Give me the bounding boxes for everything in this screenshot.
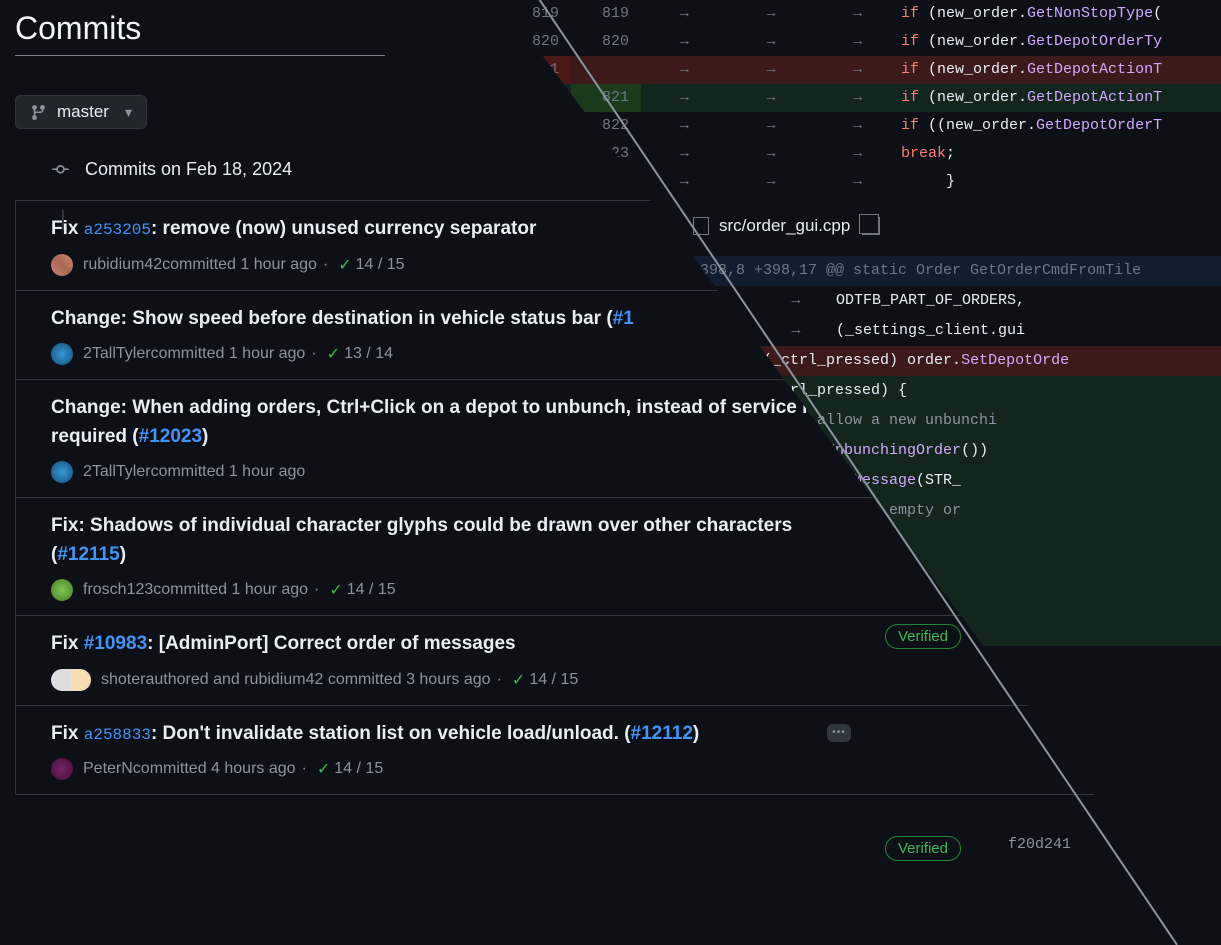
commit-title[interactable]: Change: When adding orders, Ctrl+Click o…	[51, 394, 841, 451]
code-line[interactable]: 819819→→→if (new_order.GetNonStopType(	[501, 0, 1221, 28]
ci-status[interactable]: 14 / 15	[356, 256, 405, 274]
caret-down-icon: ▾	[125, 104, 132, 121]
commit-title[interactable]: Fix: Shadows of individual character gly…	[51, 512, 841, 569]
whitespace-indicator: →→→	[641, 28, 901, 56]
whitespace-indicator: →→→	[641, 140, 901, 168]
branch-name: master	[57, 102, 109, 122]
check-icon[interactable]: ✓	[327, 344, 340, 364]
code-content: ODTFB_PART_OF_ORDERS,	[836, 286, 1221, 316]
expand-description-button[interactable]: •••	[827, 724, 851, 742]
commit-time: committed 4 hours ago	[133, 760, 296, 778]
verified-badge[interactable]: Verified	[885, 624, 961, 649]
avatar[interactable]	[51, 461, 73, 483]
commit-author[interactable]: shoter	[101, 671, 145, 689]
commit-meta: PeterN committed 4 hours ago·✓ 14 / 15	[51, 758, 1221, 780]
ci-status[interactable]: 14 / 15	[334, 760, 383, 778]
avatar[interactable]	[51, 579, 73, 601]
commit-title[interactable]: Fix #10983: [AdminPort] Correct order of…	[51, 630, 841, 659]
code-line[interactable]: 821→→→if (new_order.GetDepotActionT	[501, 56, 1221, 84]
commit-time: committed 1 hour ago	[151, 463, 306, 481]
commit-author[interactable]: rubidium42	[83, 256, 162, 274]
commit-author[interactable]: 2TallTyler	[83, 463, 151, 481]
code-line[interactable]: 822822→→→if ((new_order.GetDepotOrderT	[501, 112, 1221, 140]
code-content: if (new_order.GetDepotOrderTy	[901, 28, 1221, 56]
code-content: if (new_order.GetNonStopType(	[901, 0, 1221, 28]
line-number[interactable]: 820	[571, 28, 641, 56]
check-icon[interactable]: ✓	[329, 580, 342, 600]
commit-title[interactable]: Fix a258833: Don't invalidate station li…	[51, 720, 841, 749]
branch-selector[interactable]: master ▾	[15, 95, 147, 129]
code-content: break;	[901, 140, 1221, 168]
ci-status[interactable]: 14 / 15	[529, 671, 578, 689]
verified-badge[interactable]: Verified	[885, 836, 961, 861]
file-path: src/order_gui.cpp	[719, 216, 850, 236]
page-title: Commits	[15, 10, 385, 56]
commit-author[interactable]: PeterN	[83, 760, 133, 778]
whitespace-indicator: →→→	[641, 168, 901, 196]
ci-status[interactable]: 14 / 15	[347, 581, 396, 599]
commit-time: committed 1 hour ago	[153, 581, 308, 599]
whitespace-indicator: →→→	[641, 112, 901, 140]
commit-time: committed 1 hour ago	[151, 345, 306, 363]
commit-time: authored and rubidium42 committed 3 hour…	[145, 671, 490, 689]
code-content: if (new_order.GetDepotActionT	[901, 84, 1221, 112]
commit-author[interactable]: frosch123	[83, 581, 153, 599]
code-content: if ((new_order.GetDepotOrderT	[901, 112, 1221, 140]
code-line[interactable]: 821→→→if (new_order.GetDepotActionT	[501, 84, 1221, 112]
avatar[interactable]	[51, 669, 91, 691]
commit-time: committed 1 hour ago	[162, 256, 317, 274]
ci-status[interactable]: 13 / 14	[344, 345, 393, 363]
check-icon[interactable]: ✓	[512, 670, 525, 690]
commit-author[interactable]: 2TallTyler	[83, 345, 151, 363]
copy-icon[interactable]	[862, 217, 880, 235]
whitespace-indicator: →→→	[641, 0, 901, 28]
code-content: (_settings_client.gui	[836, 316, 1221, 346]
line-number[interactable]: 819	[571, 0, 641, 28]
whitespace-indicator: →→→	[641, 56, 901, 84]
branch-icon	[30, 104, 47, 121]
whitespace-indicator: →→→	[641, 84, 901, 112]
commit-short-hash[interactable]: f20d241	[1008, 836, 1071, 853]
avatar[interactable]	[51, 343, 73, 365]
commit-title[interactable]: Change: Show speed before destination in…	[51, 305, 841, 334]
code-line[interactable]: 820820→→→if (new_order.GetDepotOrderTy	[501, 28, 1221, 56]
check-icon[interactable]: ✓	[317, 759, 330, 779]
code-content: if (_ctrl_pressed) order.SetDepotOrde	[736, 346, 1221, 376]
commit-icon	[52, 161, 69, 178]
code-content: }	[901, 168, 1221, 196]
code-content: if (new_order.GetDepotActionT	[901, 56, 1221, 84]
avatar[interactable]	[51, 254, 73, 276]
timeline-date-label: Commits on Feb 18, 2024	[85, 159, 292, 180]
check-icon[interactable]: ✓	[338, 255, 351, 275]
avatar[interactable]	[51, 758, 73, 780]
